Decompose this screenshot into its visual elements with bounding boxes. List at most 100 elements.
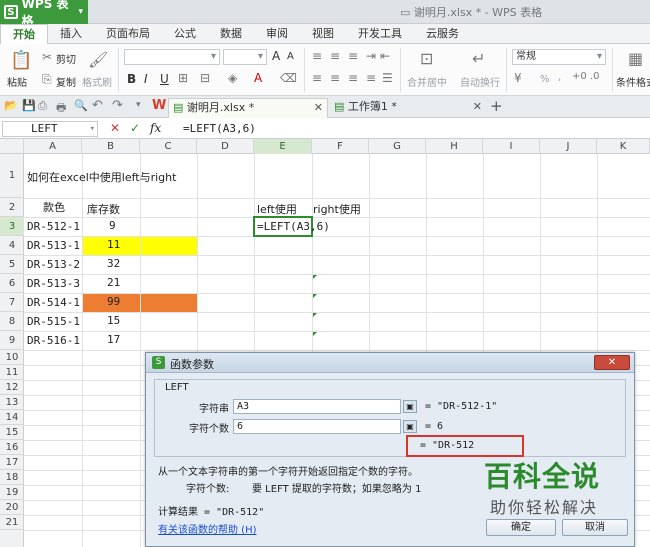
cell-a9[interactable]: DR-516-1 <box>24 334 80 347</box>
column-header[interactable]: B <box>82 139 140 154</box>
function-help-link[interactable]: 有关该函数的帮助 (H) <box>158 521 257 536</box>
row-header[interactable]: 16 <box>0 440 24 455</box>
dialog-title-bar[interactable]: S 函数参数 ✕ <box>146 353 634 373</box>
row-header[interactable]: 11 <box>0 365 24 380</box>
cell-a4[interactable]: DR-513-1 <box>24 239 80 252</box>
row-header[interactable]: 13 <box>0 395 24 410</box>
range-select-icon[interactable]: ▣ <box>403 420 417 433</box>
copy-button[interactable]: 复制 <box>56 74 76 89</box>
close-icon[interactable]: ✕ <box>473 98 482 116</box>
italic-button[interactable]: I <box>144 72 148 86</box>
name-box[interactable]: LEFT ▾ <box>2 121 98 137</box>
indent-icon[interactable]: ⇥ <box>366 49 376 63</box>
arg1-input[interactable]: A3 <box>233 399 401 414</box>
column-header[interactable]: F <box>312 139 369 154</box>
row-header[interactable]: 3 <box>0 217 24 236</box>
tab-developer[interactable]: 开发工具 <box>346 24 414 43</box>
select-all-corner[interactable] <box>0 139 24 154</box>
wps-w-icon[interactable]: W <box>152 98 166 113</box>
row-header[interactable]: 21 <box>0 515 24 530</box>
font-name-select[interactable]: ▾ <box>124 49 220 65</box>
row-header[interactable]: 12 <box>0 380 24 395</box>
align-middle-icon[interactable]: ≡ <box>330 49 340 63</box>
clear-icon[interactable]: ⌫ <box>280 71 297 85</box>
bold-button[interactable]: B <box>127 72 136 86</box>
column-header[interactable]: K <box>597 139 650 154</box>
paste-button[interactable]: 粘贴 <box>7 74 27 89</box>
justify-icon[interactable]: ≡ <box>366 71 376 85</box>
font-color-icon[interactable]: A <box>254 71 262 85</box>
tab-data[interactable]: 数据 <box>208 24 254 43</box>
open-folder-icon[interactable]: 📂 <box>4 99 18 112</box>
tab-cloud[interactable]: 云服务 <box>414 24 471 43</box>
tab-home[interactable]: 开始 <box>0 24 48 45</box>
column-header[interactable]: J <box>540 139 597 154</box>
align-bottom-icon[interactable]: ≡ <box>348 49 358 63</box>
error-indicator-icon[interactable] <box>313 313 317 317</box>
column-header[interactable]: A <box>24 139 82 154</box>
align-center-icon[interactable]: ≡ <box>330 71 340 85</box>
cell-a6[interactable]: DR-513-3 <box>24 277 80 290</box>
number-format-select[interactable]: 常规 ▾ <box>512 49 606 65</box>
outdent-icon[interactable]: ⇤ <box>380 49 390 63</box>
align-right-icon[interactable]: ≡ <box>348 71 358 85</box>
tab-document-active[interactable]: ▤ 谢明月.xlsx * ✕ <box>168 98 328 118</box>
tab-view[interactable]: 视图 <box>300 24 346 43</box>
cancel-icon[interactable]: ✕ <box>110 121 120 135</box>
row-header[interactable]: 5 <box>0 255 24 274</box>
column-header[interactable]: H <box>426 139 483 154</box>
distribute-icon[interactable]: ☰ <box>382 71 393 85</box>
row-header[interactable]: 6 <box>0 274 24 293</box>
arg2-input[interactable]: 6 <box>233 419 401 434</box>
cell-b5[interactable]: 32 <box>104 257 120 270</box>
borders-icon[interactable]: ⊞ <box>178 71 188 85</box>
row-header[interactable]: 15 <box>0 425 24 440</box>
row-header[interactable]: 2 <box>0 198 24 217</box>
cell-b6[interactable]: 21 <box>104 276 120 289</box>
chevron-down-icon[interactable]: ▾ <box>136 100 141 110</box>
cell-e2[interactable]: left使用 <box>254 201 297 217</box>
percent-button[interactable]: % <box>540 74 550 85</box>
cell-f2[interactable]: right使用 <box>310 201 361 217</box>
row-header[interactable]: 18 <box>0 470 24 485</box>
row-header[interactable]: 14 <box>0 410 24 425</box>
cell-a2[interactable]: 款色 <box>40 199 65 215</box>
close-icon[interactable]: ✕ <box>314 99 323 117</box>
cell-b7[interactable]: 99 <box>104 295 120 308</box>
font-grow-button[interactable]: A <box>272 49 280 63</box>
fill-color-icon[interactable]: ◈ <box>228 71 237 85</box>
confirm-icon[interactable]: ✓ <box>130 121 140 135</box>
cell-a8[interactable]: DR-515-1 <box>24 315 80 328</box>
row-header[interactable]: 10 <box>0 350 24 365</box>
column-header[interactable]: C <box>140 139 197 154</box>
row-header[interactable]: 9 <box>0 331 24 350</box>
export-icon[interactable]: ⎙ <box>38 99 47 113</box>
error-indicator-icon[interactable] <box>313 275 317 279</box>
underline-button[interactable]: U <box>160 72 169 86</box>
cancel-button[interactable]: 取消 <box>562 519 628 536</box>
row-header[interactable]: 17 <box>0 455 24 470</box>
column-header[interactable]: E <box>254 139 312 154</box>
cell-e3[interactable]: =LEFT(A3,6) <box>254 220 330 233</box>
error-indicator-icon[interactable] <box>313 294 317 298</box>
column-header[interactable]: D <box>197 139 254 154</box>
paste-icon[interactable]: 📋 <box>10 50 32 71</box>
ok-button[interactable]: 确定 <box>486 519 556 536</box>
font-size-select[interactable]: ▾ <box>223 49 267 65</box>
cell-b3[interactable]: 9 <box>106 219 116 232</box>
cut-button[interactable]: 剪切 <box>56 51 76 66</box>
dialog-close-button[interactable]: ✕ <box>594 355 630 370</box>
cell-b9[interactable]: 17 <box>104 333 120 346</box>
align-left-icon[interactable]: ≡ <box>312 71 322 85</box>
insert-function-button[interactable]: fx <box>150 121 161 135</box>
cell-a1[interactable]: 如何在excel中使用left与right <box>24 169 176 185</box>
undo-icon[interactable]: ↶ <box>92 98 103 113</box>
formula-input[interactable]: =LEFT(A3,6) <box>183 122 256 135</box>
app-menu-button[interactable]: S WPS 表格 ▾ <box>0 0 88 28</box>
error-indicator-icon[interactable] <box>313 332 317 336</box>
wrap-text-button[interactable]: 自动换行 <box>460 74 500 89</box>
preview-icon[interactable]: 🔍 <box>74 99 88 112</box>
format-painter-button[interactable]: 格式刷 <box>82 74 112 89</box>
cell-a5[interactable]: DR-513-2 <box>24 258 80 271</box>
increase-decimal-icon[interactable]: +0 <box>572 71 587 82</box>
